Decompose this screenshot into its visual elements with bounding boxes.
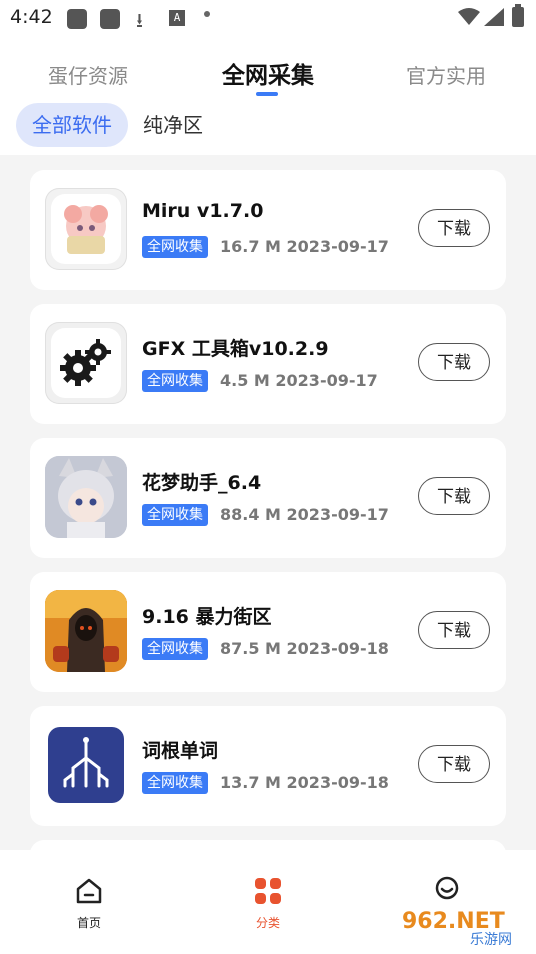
status-time: 4:42 <box>10 6 53 28</box>
hooded-fighter-icon <box>45 590 127 672</box>
list-item[interactable]: 词根单词 全网收集 13.7 M 2023-09-18 下载 <box>30 706 506 826</box>
list-item[interactable]: Miru v1.7.0 全网收集 16.7 M 2023-09-17 下载 <box>30 170 506 290</box>
site-watermark-logo: 962.NET 乐游网 <box>398 906 530 948</box>
download-button[interactable]: 下载 <box>418 209 490 247</box>
nav-category[interactable]: 分类 <box>238 876 298 931</box>
tab-egg-resources[interactable]: 蛋仔资源 <box>48 60 128 89</box>
app-meta: 13.7 M 2023-09-18 <box>220 773 389 792</box>
nav-category-label: 分类 <box>255 916 280 930</box>
source-badge: 全网收集 <box>142 772 208 794</box>
list-item[interactable] <box>30 840 506 850</box>
svg-text:乐游网: 乐游网 <box>470 932 512 948</box>
more-notifications-icon <box>204 11 210 17</box>
input-method-icon: A <box>169 10 185 26</box>
nav-home[interactable]: 首页 <box>59 876 119 931</box>
download-icon: ⭳ <box>136 8 143 32</box>
app-name: Miru v1.7.0 <box>142 200 264 222</box>
tab-official-utility[interactable]: 官方实用 <box>406 60 486 89</box>
signal-icon <box>484 8 504 26</box>
tab-web-collection[interactable]: 全网采集 <box>222 56 314 90</box>
list-item[interactable]: 花梦助手_6.4 全网收集 88.4 M 2023-09-17 下载 <box>30 438 506 558</box>
download-button[interactable]: 下载 <box>418 343 490 381</box>
app-name: 9.16 暴力街区 <box>142 606 272 628</box>
home-icon <box>76 878 102 904</box>
source-badge: 全网收集 <box>142 504 208 526</box>
app-meta: 88.4 M 2023-09-17 <box>220 505 389 524</box>
source-badge: 全网收集 <box>142 638 208 660</box>
category-icon <box>255 878 281 904</box>
battery-icon <box>512 4 524 27</box>
app-name: GFX 工具箱v10.2.9 <box>142 338 329 360</box>
notification-icon <box>100 9 120 29</box>
nav-home-label: 首页 <box>76 916 101 930</box>
wifi-icon <box>458 8 480 25</box>
source-badge: 全网收集 <box>142 236 208 258</box>
svg-text:962.NET: 962.NET <box>402 909 505 934</box>
category-tabs: 蛋仔资源 全网采集 官方实用 <box>0 50 536 100</box>
filter-all-software[interactable]: 全部软件 <box>16 103 128 147</box>
download-button[interactable]: 下载 <box>418 611 490 649</box>
app-name: 词根单词 <box>142 740 219 762</box>
filter-clean-zone[interactable]: 纯净区 <box>143 103 203 147</box>
download-button[interactable]: 下载 <box>418 745 490 783</box>
list-item[interactable]: 9.16 暴力街区 全网收集 87.5 M 2023-09-18 下载 <box>30 572 506 692</box>
gears-icon <box>45 322 127 404</box>
app-meta: 4.5 M 2023-09-17 <box>220 371 378 390</box>
list-item[interactable]: GFX 工具箱v10.2.9 全网收集 4.5 M 2023-09-17 下载 <box>30 304 506 424</box>
download-button[interactable]: 下载 <box>418 477 490 515</box>
app-list[interactable]: Miru v1.7.0 全网收集 16.7 M 2023-09-17 下载 GF… <box>0 155 536 850</box>
nav-profile[interactable] <box>417 876 477 910</box>
app-meta: 16.7 M 2023-09-17 <box>220 237 389 256</box>
notification-icon <box>67 9 87 29</box>
anime-girl-icon <box>45 188 127 270</box>
source-badge: 全网收集 <box>142 370 208 392</box>
catgirl-icon <box>45 456 127 538</box>
status-bar: 4:42 ⭳ A <box>0 0 536 36</box>
word-tree-icon <box>45 724 127 806</box>
app-meta: 87.5 M 2023-09-18 <box>220 639 389 658</box>
active-tab-indicator <box>256 92 278 96</box>
app-name: 花梦助手_6.4 <box>142 472 262 494</box>
profile-icon <box>435 876 459 900</box>
